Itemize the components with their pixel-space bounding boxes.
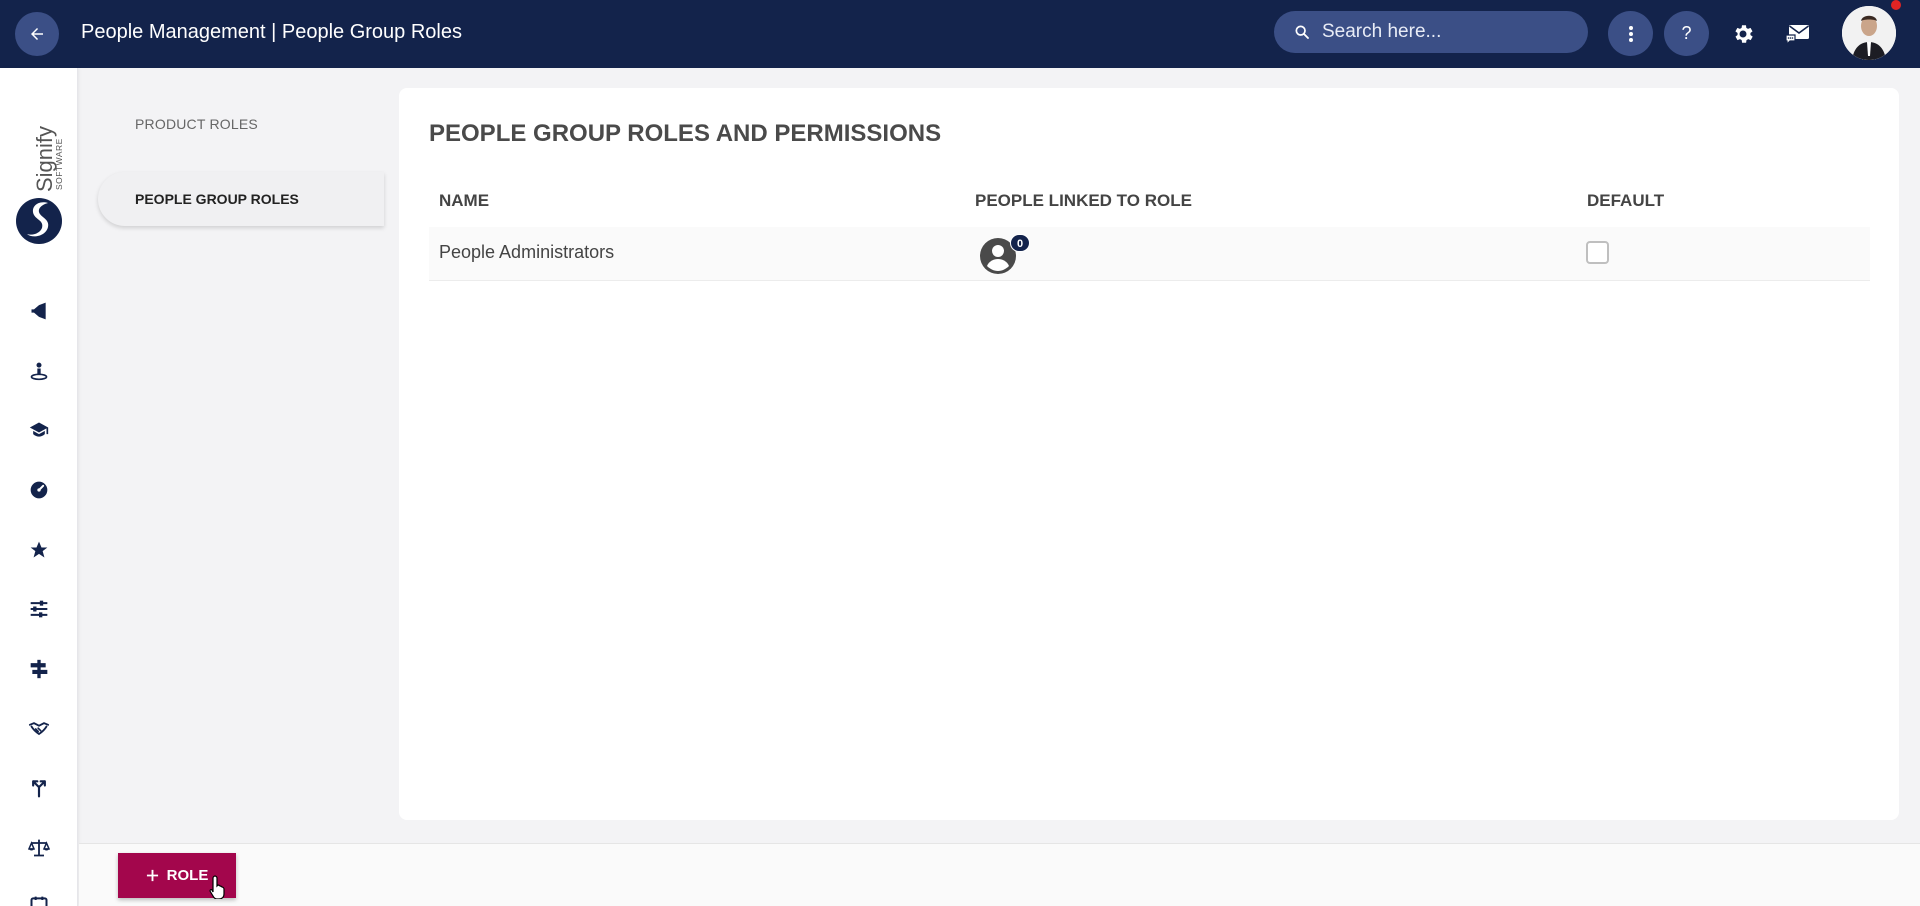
default-checkbox[interactable] — [1586, 241, 1609, 264]
column-header-people-linked[interactable]: PEOPLE LINKED TO ROLE — [975, 191, 1192, 211]
search-input[interactable] — [1322, 21, 1562, 43]
signify-logo: Signify SOFTWARE — [14, 104, 64, 246]
signpost-icon[interactable] — [22, 652, 56, 686]
back-button[interactable] — [15, 12, 59, 56]
add-role-label: ROLE — [166, 867, 209, 884]
help-label: ? — [1681, 23, 1692, 43]
footer-bar — [79, 843, 1920, 906]
more-vertical-icon — [1628, 25, 1633, 42]
subnav-item-product-roles[interactable]: PRODUCT ROLES — [135, 116, 258, 132]
roles-card: PEOPLE GROUP ROLES AND PERMISSIONS NAME … — [399, 88, 1899, 820]
left-navigation-rail: Signify SOFTWARE — [0, 68, 78, 906]
arrow-left-icon — [31, 28, 43, 40]
star-icon[interactable] — [22, 533, 56, 567]
subnav-item-people-group-roles[interactable]: PEOPLE GROUP ROLES — [98, 172, 384, 226]
signify-software-logo-icon: Signify SOFTWARE — [16, 126, 64, 244]
merge-arrows-icon[interactable] — [22, 771, 56, 805]
column-header-name[interactable]: NAME — [439, 191, 489, 211]
column-header-default[interactable]: DEFAULT — [1587, 191, 1664, 211]
top-bar: People Management | People Group Roles ? — [0, 0, 1920, 68]
user-photo-icon — [1842, 6, 1896, 60]
scales-icon[interactable] — [22, 831, 56, 865]
calendar-icon[interactable] — [22, 888, 56, 906]
hand-cursor-icon — [209, 875, 225, 899]
more-options-button[interactable] — [1608, 11, 1653, 56]
gear-icon — [1735, 25, 1753, 43]
handshake-icon[interactable] — [22, 712, 56, 746]
megaphone-icon[interactable] — [22, 294, 56, 328]
role-name[interactable]: People Administrators — [439, 242, 614, 263]
page-title: People Management | People Group Roles — [81, 21, 462, 43]
dashboard-gauge-icon[interactable] — [22, 473, 56, 507]
card-title: PEOPLE GROUP ROLES AND PERMISSIONS — [429, 120, 942, 147]
search-icon — [1295, 25, 1309, 39]
sliders-icon[interactable] — [22, 592, 56, 626]
person-pin-icon[interactable] — [22, 354, 56, 388]
svg-text:SOFTWARE: SOFTWARE — [54, 138, 64, 190]
plus-icon — [146, 869, 158, 882]
search-box[interactable] — [1274, 11, 1588, 53]
table-row[interactable]: People Administrators 0 — [429, 227, 1870, 281]
settings-button[interactable] — [1726, 17, 1760, 51]
notification-dot — [1891, 0, 1901, 10]
user-avatar[interactable] — [1842, 6, 1896, 60]
subnav-item-label: PEOPLE GROUP ROLES — [135, 191, 299, 207]
mail-chat-icon — [1785, 25, 1809, 46]
help-button[interactable]: ? — [1664, 11, 1709, 56]
messages-button[interactable] — [1781, 17, 1815, 51]
linked-count-badge: 0 — [1010, 234, 1030, 252]
graduation-cap-icon[interactable] — [22, 413, 56, 447]
